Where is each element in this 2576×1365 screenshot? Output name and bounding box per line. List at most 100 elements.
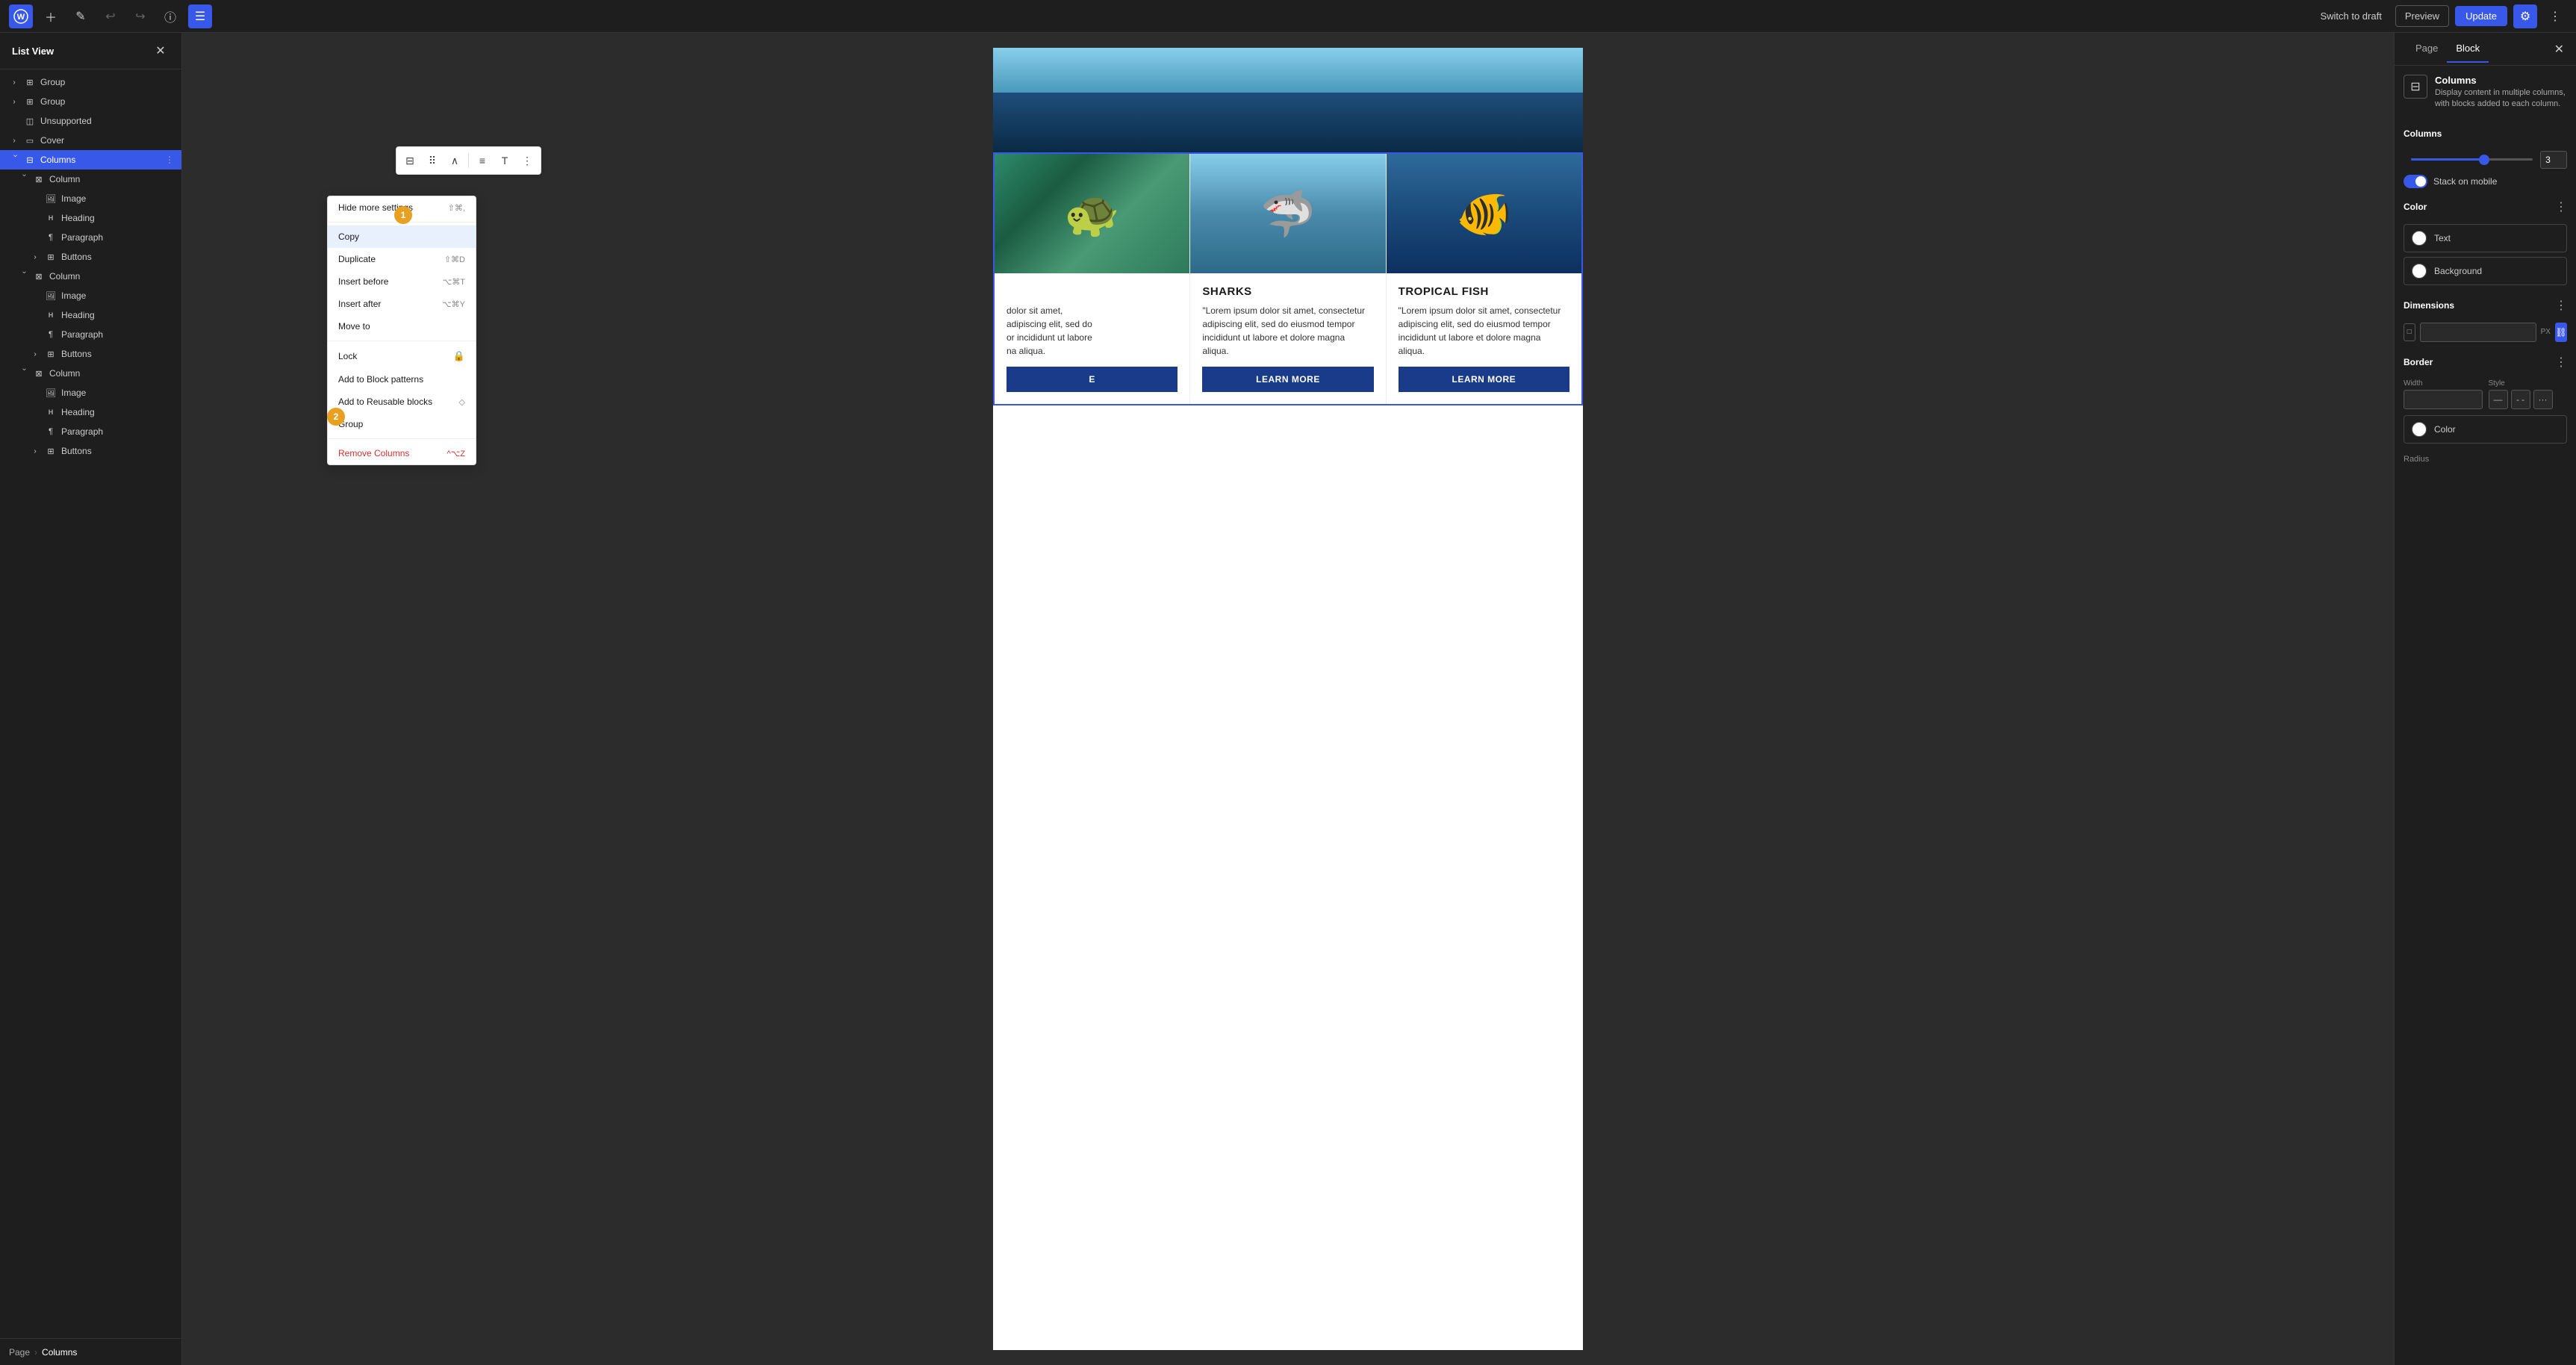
sidebar-item-col3-buttons[interactable]: › ⊞ Buttons — [0, 441, 181, 461]
sidebar-item-col3-paragraph[interactable]: › ¶ Paragraph — [0, 422, 181, 441]
sidebar-close-button[interactable]: ✕ — [152, 42, 169, 60]
columns-number-input[interactable] — [2540, 151, 2567, 169]
color-more-button[interactable]: ⋮ — [2555, 199, 2567, 214]
learn-more-button-col3[interactable]: LEARN MORE — [1399, 367, 1569, 392]
link-dimensions-button[interactable]: ⛓ — [2555, 323, 2567, 342]
dimensions-more-button[interactable]: ⋮ — [2555, 298, 2567, 313]
move-up-button[interactable]: ∧ — [444, 150, 465, 171]
switch-to-draft-button[interactable]: Switch to draft — [2312, 6, 2389, 26]
menu-item-insert-after[interactable]: Insert after ⌥⌘Y — [328, 293, 476, 315]
paragraph-block-icon: ¶ — [45, 329, 57, 341]
learn-more-button-col1[interactable]: E — [1007, 367, 1177, 392]
more-options-button[interactable]: ⋮ — [2543, 4, 2567, 28]
sidebar-item-col2-paragraph[interactable]: › ¶ Paragraph — [0, 325, 181, 344]
block-toolbar: ⊟ ⠿ ∧ ≡ T ⋮ — [396, 146, 541, 175]
background-color-option[interactable]: Background — [2404, 257, 2567, 285]
menu-label: Copy — [338, 231, 359, 242]
menu-item-add-block-patterns[interactable]: Add to Block patterns — [328, 368, 476, 391]
menu-item-add-reusable[interactable]: Add to Reusable blocks ◇ — [328, 391, 476, 413]
border-section-header: Border ⋮ — [2404, 351, 2567, 373]
sidebar-item-col2-buttons[interactable]: › ⊞ Buttons — [0, 344, 181, 364]
sidebar-item-unsupported[interactable]: › ◫ Unsupported — [0, 111, 181, 131]
edit-button[interactable]: ✎ — [69, 4, 93, 28]
menu-item-lock[interactable]: Lock 🔒 — [328, 344, 476, 368]
block-desc-label: Display content in multiple columns, wit… — [2435, 87, 2567, 111]
learn-more-button-col2[interactable]: LEARN MORE — [1202, 367, 1373, 392]
right-sidebar-close-button[interactable]: ✕ — [2554, 42, 2564, 57]
menu-item-group[interactable]: Group — [328, 413, 476, 435]
column-block-icon: ⊠ — [33, 367, 45, 379]
text-align-button[interactable]: T — [494, 150, 515, 171]
item-options-icon[interactable]: ⋮ — [164, 154, 175, 166]
sidebar-item-label: Image — [61, 290, 175, 301]
tab-page[interactable]: Page — [2407, 35, 2447, 63]
sidebar-item-group1[interactable]: › ⊞ Group — [0, 72, 181, 92]
right-sidebar: Page Block ✕ ⊟ Columns Display content i… — [2394, 33, 2576, 1365]
text-color-swatch — [2412, 231, 2427, 246]
stack-on-mobile-toggle[interactable] — [2404, 175, 2427, 188]
border-dotted-button[interactable]: ··· — [2533, 390, 2553, 409]
list-view-button[interactable]: ☰ — [188, 4, 212, 28]
settings-gear-button[interactable]: ⚙ — [2513, 4, 2537, 28]
border-section-title: Border — [2404, 357, 2433, 367]
redo-button[interactable]: ↪ — [128, 4, 152, 28]
sidebar-item-column2[interactable]: › ⊠ Column — [0, 267, 181, 286]
sidebar-item-col1-image[interactable]: › 🖼 Image — [0, 189, 181, 208]
align-button[interactable]: ≡ — [472, 150, 493, 171]
column-1: 🐢 TURTLE dolor sit amet, adipiscing elit… — [995, 154, 1190, 404]
preview-button[interactable]: Preview — [2395, 5, 2449, 27]
chevron-icon: › — [30, 349, 40, 359]
sidebar-item-col1-heading[interactable]: › H Heading — [0, 208, 181, 228]
text-color-option[interactable]: Text — [2404, 224, 2567, 252]
color-section-header: Color ⋮ — [2404, 196, 2567, 218]
undo-button[interactable]: ↩ — [99, 4, 122, 28]
sidebar-item-columns[interactable]: › ⊟ Columns ⋮ — [0, 150, 181, 170]
border-width-input[interactable] — [2404, 390, 2483, 409]
columns-section-title: Columns — [2404, 128, 2442, 139]
menu-item-move-to[interactable]: Move to — [328, 315, 476, 338]
menu-label: Add to Reusable blocks — [338, 397, 432, 407]
menu-item-remove-columns[interactable]: Remove Columns ^⌥Z — [328, 442, 476, 464]
border-solid-button[interactable]: — — [2489, 390, 2508, 409]
background-color-label: Background — [2434, 266, 2482, 276]
sidebar-item-col2-image[interactable]: › 🖼 Image — [0, 286, 181, 305]
update-button[interactable]: Update — [2455, 6, 2507, 26]
border-dashed-button[interactable]: - - — [2511, 390, 2530, 409]
breadcrumb-columns[interactable]: Columns — [42, 1347, 77, 1358]
sidebar-header: List View ✕ — [0, 33, 181, 69]
sidebar-item-col1-paragraph[interactable]: › ¶ Paragraph — [0, 228, 181, 247]
sidebar-item-column3[interactable]: › ⊠ Column — [0, 364, 181, 383]
shortcut-label: ^⌥Z — [447, 449, 465, 458]
sidebar-item-cover[interactable]: › ▭ Cover — [0, 131, 181, 150]
menu-item-copy[interactable]: Copy — [328, 226, 476, 248]
sidebar-item-col3-heading[interactable]: › H Heading — [0, 402, 181, 422]
menu-item-insert-before[interactable]: Insert before ⌥⌘T — [328, 270, 476, 293]
breadcrumb-separator: › — [34, 1347, 37, 1358]
info-button[interactable]: ⓘ — [158, 4, 182, 28]
border-color-option[interactable]: Color — [2404, 415, 2567, 444]
border-style-label: Style — [2489, 379, 2568, 388]
padding-input[interactable] — [2420, 323, 2536, 342]
chevron-open-icon: › — [18, 271, 28, 282]
sidebar-item-col1-buttons[interactable]: › ⊞ Buttons — [0, 247, 181, 267]
sidebar-item-label: Buttons — [61, 252, 175, 262]
radius-section: Radius — [2404, 453, 2567, 464]
columns-view-button[interactable]: ⊟ — [399, 150, 420, 171]
column-3-content: TROPICAL FISH "Lorem ipsum dolor sit ame… — [1387, 273, 1581, 404]
border-style-group: Style — - - ··· — [2489, 379, 2568, 409]
sidebar-item-col2-heading[interactable]: › H Heading — [0, 305, 181, 325]
breadcrumb-page[interactable]: Page — [9, 1347, 30, 1358]
sidebar-item-label: Image — [61, 388, 175, 398]
border-more-button[interactable]: ⋮ — [2555, 355, 2567, 370]
menu-item-duplicate[interactable]: Duplicate ⇧⌘D — [328, 248, 476, 270]
slider-thumb[interactable] — [2479, 155, 2489, 165]
add-block-button[interactable]: ＋ — [39, 4, 63, 28]
sidebar-item-group2[interactable]: › ⊞ Group — [0, 92, 181, 111]
columns-slider[interactable] — [2411, 154, 2533, 166]
sidebar-item-column1[interactable]: › ⊠ Column — [0, 170, 181, 189]
sidebar-item-col3-image[interactable]: › 🖼 Image — [0, 383, 181, 402]
tab-block[interactable]: Block — [2447, 35, 2489, 63]
more-options-toolbar-button[interactable]: ⋮ — [517, 150, 538, 171]
drag-handle-button[interactable]: ⠿ — [422, 150, 443, 171]
column-1-content: TURTLE dolor sit amet, adipiscing elit, … — [995, 273, 1189, 404]
